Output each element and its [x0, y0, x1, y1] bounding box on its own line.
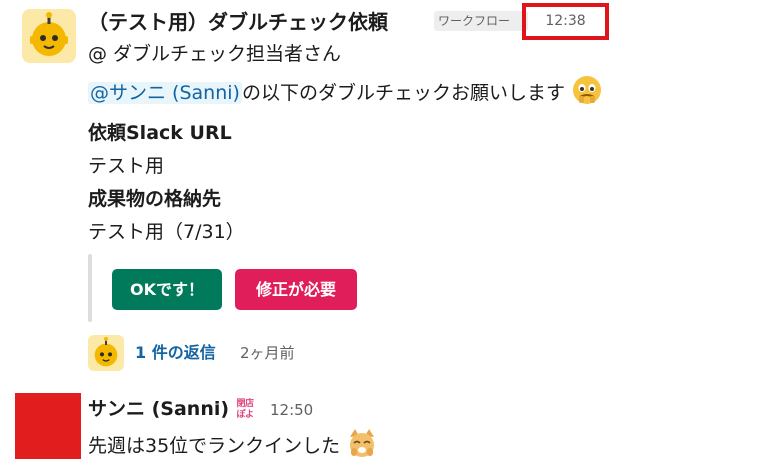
message-time[interactable]: 12:50 — [270, 399, 313, 421]
request-line: @サンニ (Sanni) の以下のダブルチェックお願いします — [88, 74, 603, 113]
sender-name[interactable]: サンニ (Sanni) — [88, 396, 229, 422]
reply-avatar — [88, 335, 124, 371]
highlight-box — [522, 3, 609, 40]
url-value: テスト用 — [88, 155, 165, 177]
ok-button[interactable]: OKです！ — [112, 269, 222, 310]
svg-text:閉店: 閉店 — [236, 397, 254, 409]
pleading-face-icon — [571, 74, 603, 113]
bot-face-icon — [94, 337, 118, 367]
cat-face-icon — [346, 427, 378, 466]
needs-fix-button[interactable]: 修正が必要 — [235, 269, 357, 310]
bot-avatar[interactable] — [22, 9, 76, 63]
reply-time: 2ヶ月前 — [240, 344, 295, 362]
mention-line: @ ダブルチェック担当者さん — [88, 43, 342, 65]
url-label: 依頼Slack URL — [88, 122, 232, 144]
request-text: の以下のダブルチェックお願いします — [241, 82, 565, 104]
svg-text:ぽよ: ぽよ — [236, 408, 253, 420]
user-avatar[interactable] — [15, 393, 81, 459]
user-mention[interactable]: @サンニ (Sanni) — [88, 82, 242, 104]
bot-face-icon — [30, 12, 68, 56]
attachment-bar — [88, 254, 92, 322]
message-text: 先週は35位でランクインした — [88, 427, 378, 466]
message-body: 先週は35位でランクインした — [88, 435, 341, 457]
status-emoji: 閉店 ぽよ — [233, 396, 257, 420]
message-title: （テスト用）ダブルチェック依頼 — [88, 10, 388, 34]
reply-count-link[interactable]: 1 件の返信 — [135, 340, 216, 366]
location-label: 成果物の格納先 — [88, 188, 222, 210]
app-badge: ワークフロー — [434, 11, 528, 31]
location-value: テスト用（7/31） — [88, 221, 245, 243]
